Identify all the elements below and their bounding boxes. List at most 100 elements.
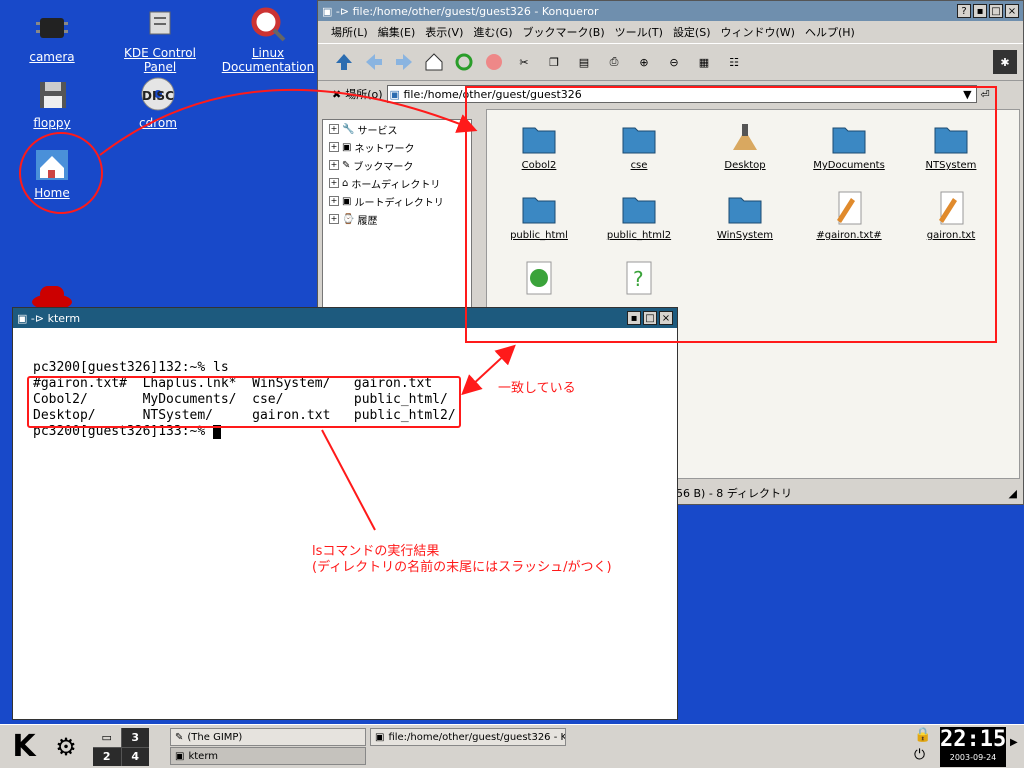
desktop-icon-camera[interactable]: camera xyxy=(2,8,102,64)
print-icon[interactable]: ⎙ xyxy=(602,50,626,74)
minimize-button[interactable]: ▪ xyxy=(973,4,987,18)
home-icon[interactable] xyxy=(422,50,446,74)
tree-item-bookmarks[interactable]: + ✎ ブックマーク xyxy=(323,156,471,174)
location-bar: ✖ 場所(o) ▣ file:/home/other/guest/guest32… xyxy=(318,81,1023,107)
zoom-out-icon[interactable]: ⊖ xyxy=(662,50,686,74)
icon-view-icon[interactable]: ▦ xyxy=(692,50,716,74)
cut-icon[interactable]: ✂ xyxy=(512,50,536,74)
file-item[interactable]: WinSystem xyxy=(705,190,785,241)
desktop-icon-home[interactable]: Home xyxy=(2,144,102,200)
file-item[interactable]: NTSystem xyxy=(911,120,991,171)
resize-grip-icon[interactable]: ◢ xyxy=(1009,487,1017,500)
location-input[interactable]: ▣ file:/home/other/guest/guest326 ▼ xyxy=(386,85,977,103)
zoom-in-icon[interactable]: ⊕ xyxy=(632,50,656,74)
file-item[interactable]: public_html xyxy=(499,190,579,241)
help-button[interactable]: ? xyxy=(957,4,971,18)
tree-view-icon[interactable]: ☷ xyxy=(722,50,746,74)
close-button[interactable]: × xyxy=(1005,4,1019,18)
up-arrow-icon[interactable] xyxy=(332,50,356,74)
file-item[interactable]: public_html2 xyxy=(599,190,679,241)
expand-icon[interactable]: + xyxy=(329,196,339,206)
file-item[interactable] xyxy=(499,260,579,298)
file-item[interactable]: MyDocuments xyxy=(809,120,889,171)
menu-bookmarks[interactable]: ブックマーク(B) xyxy=(517,24,609,40)
forward-arrow-icon[interactable] xyxy=(392,50,416,74)
expand-icon[interactable]: + xyxy=(329,214,339,224)
pager-desktop-3[interactable]: 3 xyxy=(121,728,149,747)
menu-tools[interactable]: ツール(T) xyxy=(610,24,668,40)
logout-icon[interactable]: ⏻ xyxy=(914,747,925,763)
home-icon: ⌂ xyxy=(342,177,349,189)
file-item[interactable]: gairon.txt xyxy=(911,190,991,241)
copy-icon[interactable]: ❐ xyxy=(542,50,566,74)
desktop-icon-cdrom[interactable]: DISC cdrom xyxy=(108,74,208,130)
file-item[interactable]: cse xyxy=(599,120,679,171)
task-kterm[interactable]: ▣ kterm xyxy=(170,747,366,765)
task-konqueror[interactable]: ▣file:/home/other/guest/guest326 - Konqu… xyxy=(370,728,566,746)
terminal-cursor xyxy=(213,424,222,439)
desktop-icon-kde-control-panel[interactable]: KDE Control Panel xyxy=(110,4,210,74)
expand-icon[interactable]: + xyxy=(329,160,339,170)
pager-desktop-2[interactable]: 2 xyxy=(93,747,121,766)
reload-icon[interactable] xyxy=(452,50,476,74)
tree-item-root[interactable]: + ▣ ルートディレクトリ xyxy=(323,192,471,210)
wrench-icon: 🔧 xyxy=(342,123,355,135)
terminal-line: Cobol2/ MyDocuments/ cse/ public_html/ xyxy=(33,392,448,407)
menu-edit[interactable]: 編集(E) xyxy=(373,24,421,40)
tree-item-services[interactable]: + 🔧 サービス xyxy=(323,120,471,138)
file-item[interactable]: Desktop xyxy=(705,120,785,171)
minimize-button[interactable]: ▪ xyxy=(627,311,641,325)
maximize-button[interactable]: □ xyxy=(643,311,657,325)
kterm-titlebar[interactable]: ▣ -⊳ kterm ▪ □ × xyxy=(13,308,677,328)
kde-menu-icon[interactable]: K xyxy=(4,727,44,767)
desktop-icon-label: floppy xyxy=(33,116,71,130)
go-icon[interactable]: ⏎ xyxy=(981,88,990,101)
paste-icon[interactable]: ▤ xyxy=(572,50,596,74)
close-button[interactable]: × xyxy=(659,311,673,325)
desktop-icon-linux-documentation[interactable]: Linux Documentation xyxy=(218,4,318,74)
menu-help[interactable]: ヘルプ(H) xyxy=(800,24,860,40)
menu-location[interactable]: 場所(L) xyxy=(326,24,373,40)
menu-view[interactable]: 表示(V) xyxy=(420,24,468,40)
expand-icon[interactable]: + xyxy=(329,178,339,188)
file-item[interactable]: Cobol2 xyxy=(499,120,579,171)
maximize-button[interactable]: □ xyxy=(989,4,1003,18)
folder-icon xyxy=(519,120,559,156)
menu-settings[interactable]: 設定(S) xyxy=(668,24,716,40)
file-item[interactable]: #gairon.txt# xyxy=(809,190,889,241)
lock-icon[interactable]: 🔒 xyxy=(914,727,931,743)
terminal-output[interactable]: pc3200[guest326]132:~% ls #gairon.txt# Lh… xyxy=(33,360,456,440)
file-item[interactable]: ? xyxy=(599,260,679,298)
desktop-icon-label: cdrom xyxy=(139,116,177,130)
window-title: kterm xyxy=(47,311,81,325)
dropdown-arrow-icon[interactable]: ▼ xyxy=(963,88,971,101)
cdrom-disc-text: DISC xyxy=(142,89,174,103)
menu-go[interactable]: 進む(G) xyxy=(468,24,517,40)
taskbar-scroll-arrow-icon[interactable]: ▶ xyxy=(1010,737,1018,748)
main-toolbar: ✂ ❐ ▤ ⎙ ⊕ ⊖ ▦ ☷ ✱ xyxy=(318,43,1023,81)
expand-icon[interactable]: + xyxy=(329,142,339,152)
redhat-icon[interactable] xyxy=(28,282,78,310)
clock[interactable]: 22:15 2003-09-24 xyxy=(940,727,1006,767)
back-arrow-icon[interactable] xyxy=(362,50,386,74)
terminal-line: Desktop/ NTSystem/ gairon.txt public_htm… xyxy=(33,408,456,423)
stop-icon[interactable] xyxy=(482,50,506,74)
konqueror-titlebar[interactable]: ▣ -⊳ file:/home/other/guest/guest326 - K… xyxy=(318,1,1023,21)
desktop-settings-icon[interactable]: ⚙ xyxy=(46,729,86,765)
home-icon xyxy=(32,144,72,184)
desktop-icon-label: Linux Documentation xyxy=(221,46,315,74)
link-file-icon xyxy=(519,260,559,296)
desktop-icon-floppy[interactable]: floppy xyxy=(2,74,102,130)
kterm-window[interactable]: ▣ -⊳ kterm ▪ □ × pc3200[guest326]132:~% … xyxy=(12,307,678,720)
tree-item-network[interactable]: + ▣ ネットワーク xyxy=(323,138,471,156)
pager-desktop-4[interactable]: 4 xyxy=(121,747,149,766)
text-file-icon xyxy=(931,190,971,226)
tree-item-history[interactable]: + ⌚ 履歴 xyxy=(323,210,471,228)
pager-desktop-1[interactable]: 1▭ xyxy=(93,728,121,747)
gear-icon[interactable]: ✱ xyxy=(993,50,1017,74)
expand-icon[interactable]: + xyxy=(329,124,339,134)
menu-window[interactable]: ウィンドウ(W) xyxy=(716,24,800,40)
task-gimp[interactable]: ✎ (The GIMP) xyxy=(170,728,366,746)
tree-item-home[interactable]: + ⌂ ホームディレクトリ xyxy=(323,174,471,192)
clear-location-icon[interactable]: ✖ xyxy=(332,88,341,101)
